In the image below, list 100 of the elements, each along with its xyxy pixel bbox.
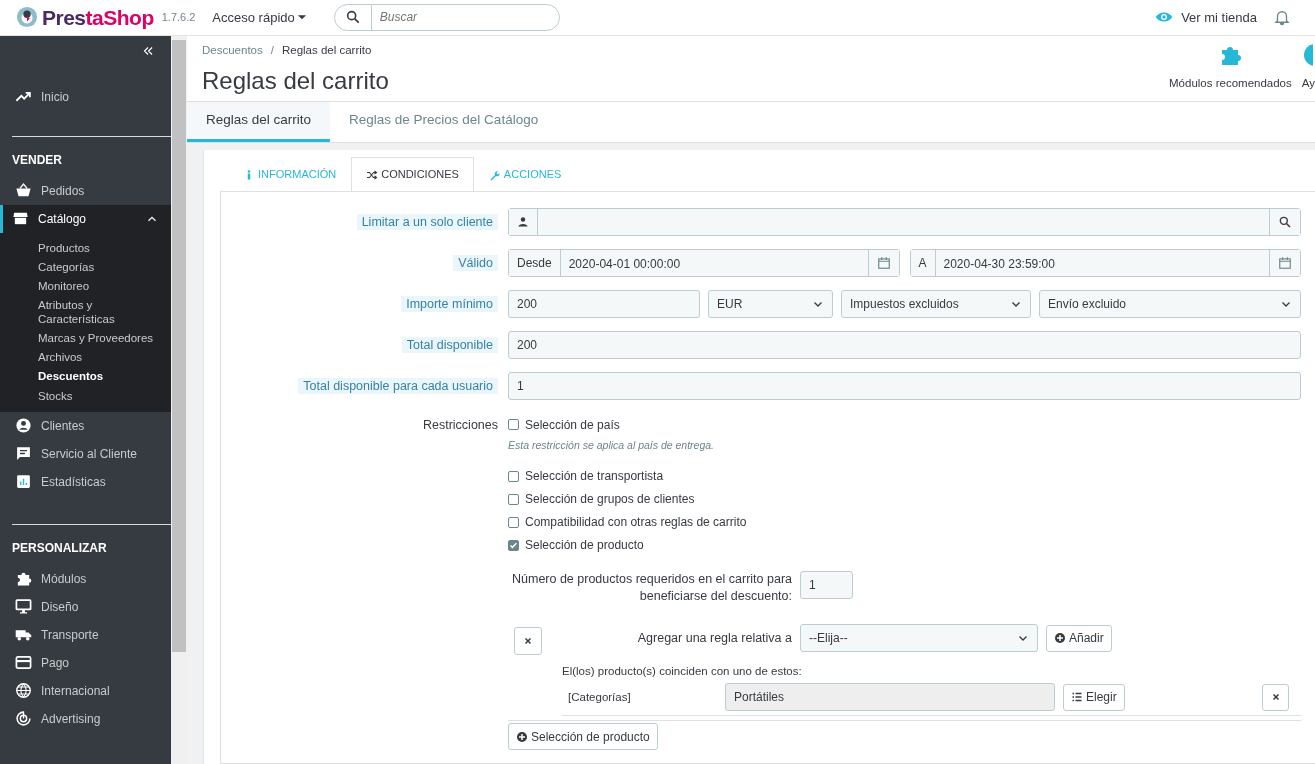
select-field[interactable]: Envío excluido xyxy=(1039,289,1301,318)
search-input[interactable]: Buscar xyxy=(371,4,559,30)
quantity-field[interactable]: 1 xyxy=(800,571,853,600)
select-field[interactable]: EUR xyxy=(708,289,833,318)
brand-logo: PrestaShop xyxy=(42,4,154,31)
page-tab[interactable]: Reglas del carrito xyxy=(187,101,331,142)
sidebar-item[interactable]: Advertising xyxy=(0,704,171,733)
calendar-button[interactable] xyxy=(867,249,899,276)
sidebar-item[interactable]: Módulos xyxy=(0,564,171,593)
select-field[interactable]: Impuestos excluidos xyxy=(841,289,1031,318)
quick-access-menu[interactable]: Acceso rápido xyxy=(211,6,310,29)
close-icon xyxy=(1270,692,1281,703)
field-label: Importe mínimo xyxy=(401,295,498,312)
puzzle-icon xyxy=(15,570,32,588)
user-icon xyxy=(517,215,529,228)
toolbar-button[interactable]: Ay xyxy=(1301,43,1315,93)
sidebar-item[interactable]: Estadísticas xyxy=(0,467,171,496)
checkbox[interactable] xyxy=(508,493,519,505)
submenu-item[interactable]: Atributos y Características xyxy=(38,296,123,329)
sidebar-item[interactable]: Transporte xyxy=(0,620,171,649)
submenu-item[interactable]: Descuentos xyxy=(38,367,171,387)
submenu-item[interactable]: Marcas y Proveedores xyxy=(38,328,171,349)
checkbox-label[interactable]: Selección de grupos de clientes xyxy=(525,490,695,509)
calendar-icon xyxy=(1278,255,1292,270)
wrench-icon xyxy=(488,168,501,181)
sidebar-item[interactable]: Clientes xyxy=(0,411,171,440)
notifications-button[interactable] xyxy=(1273,8,1291,27)
user-icon xyxy=(15,417,32,435)
amount-field[interactable]: 200 xyxy=(508,289,700,318)
page-tab[interactable]: Reglas de Precios del Catálogo xyxy=(330,101,558,142)
close-icon xyxy=(523,636,533,647)
field-label: Válido xyxy=(453,254,498,271)
globe-icon xyxy=(15,682,32,700)
field-label: Limitar a un solo cliente xyxy=(356,213,498,230)
remove-button[interactable] xyxy=(1262,683,1289,711)
date-field[interactable]: 2020-04-01 00:00:00 xyxy=(560,249,868,278)
text-field[interactable]: 200 xyxy=(508,330,1301,359)
sidebar-item[interactable]: Pago xyxy=(0,648,171,677)
target-icon xyxy=(15,710,32,728)
breadcrumb-separator: / xyxy=(270,42,274,58)
sidebar-item[interactable]: Internacional xyxy=(0,676,171,705)
shuffle-icon xyxy=(366,168,379,181)
checkbox-label[interactable]: Compatibilidad con otras reglas de carrito xyxy=(525,513,747,532)
form-tab[interactable]: CONDICIONES xyxy=(351,156,474,192)
field-label: El(los) producto(s) coinciden con uno de estos: xyxy=(562,664,803,680)
page-title: Reglas del carrito xyxy=(202,67,390,96)
sidebar-item[interactable]: Inicio xyxy=(0,77,171,116)
submenu-item[interactable]: Monitoreo xyxy=(38,277,171,297)
date-prefix: Desde xyxy=(509,249,561,276)
toolbar-button[interactable]: Módulos recomendados xyxy=(1169,43,1292,93)
remove-button[interactable] xyxy=(514,627,542,656)
search-icon xyxy=(344,9,361,26)
checkbox[interactable] xyxy=(508,539,519,551)
view-store-link[interactable]: Ver mi tienda xyxy=(1155,7,1257,28)
date-prefix: A xyxy=(910,249,936,276)
checkbox[interactable] xyxy=(508,470,519,482)
submenu-item[interactable]: Stocks xyxy=(38,386,171,406)
rule-select[interactable]: --Elija-- xyxy=(800,624,1038,653)
add-button[interactable]: Añadir xyxy=(1046,624,1112,652)
search-icon xyxy=(1278,214,1292,229)
field-label: Agregar una regla relativa a xyxy=(636,629,793,647)
field-label: Total disponible para cada usuario xyxy=(298,377,498,394)
logo-icon xyxy=(16,6,38,29)
plus-icon xyxy=(1054,632,1066,645)
sidebar-item[interactable]: Servicio al Cliente xyxy=(0,439,171,468)
submenu-item[interactable]: Productos xyxy=(38,238,171,258)
chart-icon xyxy=(15,473,32,491)
rule-type: [Categorías] xyxy=(568,689,632,705)
checkbox-label[interactable]: Selección de país xyxy=(525,415,620,434)
section-title: VENDER xyxy=(11,151,63,169)
sidebar-item[interactable]: Pedidos xyxy=(0,176,171,205)
card-icon xyxy=(15,654,32,672)
field-label: Restricciones xyxy=(422,417,498,432)
submenu-item[interactable]: Archivos xyxy=(38,348,171,368)
breadcrumb-item: Reglas del carrito xyxy=(281,42,372,58)
checkbox-label[interactable]: Selección de producto xyxy=(525,536,644,555)
rule-value-field: Portátiles xyxy=(725,683,1055,712)
list-icon xyxy=(1071,691,1083,704)
help-text: Esta restricción se aplica al país de entrega. xyxy=(508,437,716,453)
date-field[interactable]: 2020-04-30 23:59:00 xyxy=(935,249,1269,278)
checkbox-label[interactable]: Selección de transportista xyxy=(525,467,664,486)
bell-icon xyxy=(1273,8,1291,27)
text-field[interactable]: 1 xyxy=(508,371,1301,400)
add-product-selection-button[interactable]: Selección de producto xyxy=(508,723,658,751)
scrollbar-thumb[interactable] xyxy=(172,39,186,652)
submenu-item[interactable]: Categorías xyxy=(38,258,171,278)
plus-icon xyxy=(516,730,528,743)
sidebar-item[interactable]: Catálogo xyxy=(0,204,171,233)
version-label: 1.7.6.2 xyxy=(161,10,196,26)
sidebar-item[interactable]: Diseño xyxy=(0,592,171,621)
calendar-icon xyxy=(876,255,891,270)
field-label: Total disponible xyxy=(401,336,498,353)
monitor-icon xyxy=(15,598,32,616)
choose-button[interactable]: Elegir xyxy=(1063,683,1125,711)
checkbox[interactable] xyxy=(508,419,519,431)
breadcrumb-item[interactable]: Descuentos xyxy=(202,41,263,60)
calendar-button[interactable] xyxy=(1269,249,1300,276)
checkbox[interactable] xyxy=(508,516,519,528)
field-label: Número de productos requeridos en el carrito para beneficiarse del descuento: xyxy=(511,571,793,606)
section-title: PERSONALIZAR xyxy=(11,539,108,557)
